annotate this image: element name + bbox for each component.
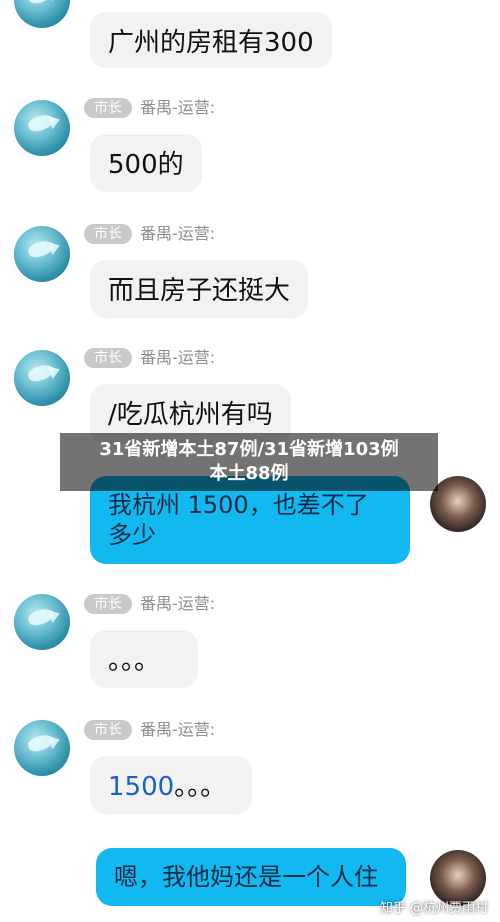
- role-tag: 市长: [84, 720, 132, 740]
- avatar-sender[interactable]: [14, 0, 70, 28]
- message-bubble-self-2: 嗯，我他妈还是一个人住: [96, 848, 406, 906]
- avatar-self[interactable]: [430, 476, 486, 532]
- message-text: 我杭州 1500，也差不了多少: [108, 491, 369, 549]
- news-banner[interactable]: 31省新增本土87例/31省新增103例 本土88例: [60, 433, 438, 491]
- banner-line-2: 本土88例: [209, 463, 289, 484]
- message-text: 而且房子还挺大: [108, 276, 291, 306]
- message-number: 1500: [108, 772, 175, 802]
- message-text: 。。。: [174, 772, 227, 802]
- message-text: 500的: [108, 150, 184, 180]
- message-bubble-3: 而且房子还挺大: [90, 260, 309, 318]
- message-bubble-6: 。。。: [90, 630, 198, 688]
- sender-name[interactable]: 番禺-运营:: [140, 348, 215, 368]
- message-bubble-1: 广州的房租有300: [90, 12, 332, 68]
- fish-icon: [26, 0, 56, 6]
- sender-name[interactable]: 番禺-运营:: [140, 720, 215, 740]
- role-tag: 市长: [84, 224, 132, 244]
- avatar-sender[interactable]: [14, 100, 70, 156]
- message-text: 嗯，我他妈还是一个人住: [114, 863, 378, 891]
- role-tag: 市长: [84, 594, 132, 614]
- message-bubble-7: 1500。。。: [90, 756, 252, 814]
- message-text: /吃瓜杭州有吗: [108, 400, 273, 430]
- role-tag: 市长: [84, 98, 132, 118]
- role-tag: 市长: [84, 348, 132, 368]
- watermark: 知乎 @杭州贾雨村: [379, 901, 488, 916]
- avatar-sender[interactable]: [14, 350, 70, 406]
- sender-name[interactable]: 番禺-运营:: [140, 224, 215, 244]
- message-text: 。。。: [108, 646, 161, 676]
- sender-name[interactable]: 番禺-运营:: [140, 98, 215, 118]
- avatar-sender[interactable]: [14, 594, 70, 650]
- avatar-sender[interactable]: [14, 720, 70, 776]
- sender-name[interactable]: 番禺-运营:: [140, 594, 215, 614]
- banner-line-1: 31省新增本土87例/31省新增103例: [99, 439, 399, 460]
- message-text: 广州的房租有300: [108, 28, 314, 58]
- avatar-sender[interactable]: [14, 226, 70, 282]
- message-bubble-2: 500的: [90, 134, 202, 192]
